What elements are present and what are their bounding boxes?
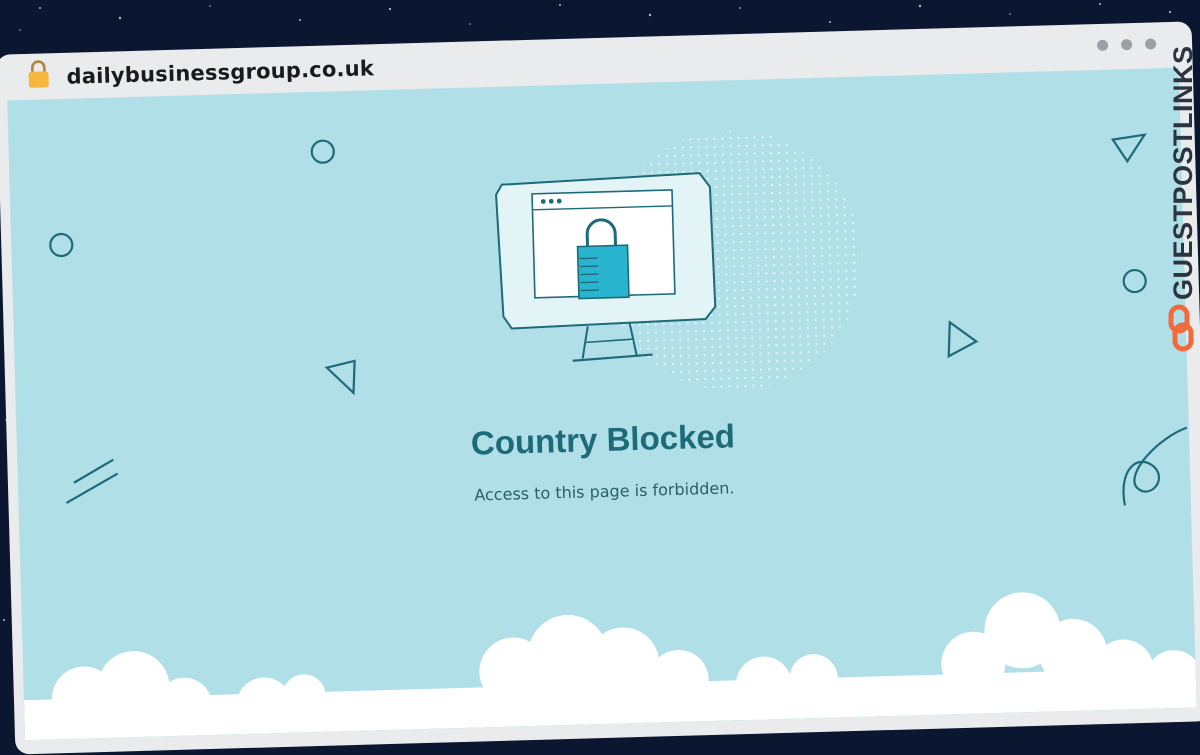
padlock-icon (28, 60, 49, 88)
triangle-shape-icon (1110, 133, 1147, 164)
menu-dot-icon (1096, 39, 1109, 52)
circle-shape-icon (49, 232, 74, 258)
url-text: dailybusinessgroup.co.uk (66, 56, 375, 89)
menu-dot-icon (1144, 38, 1157, 50)
window-menu-dots[interactable] (1096, 38, 1157, 52)
chain-link-icon (1168, 304, 1194, 352)
menu-dot-icon (1120, 39, 1133, 51)
page-content: Country Blocked Access to this page is f… (7, 67, 1197, 741)
circle-shape-icon (310, 139, 335, 164)
browser-window: dailybusinessgroup.co.uk Country Blocked… (0, 0, 1200, 755)
triangle-shape-icon (324, 359, 356, 396)
illustration-layer (23, 130, 1197, 741)
triangle-shape-icon (947, 320, 979, 359)
watermark-brand: GUESTPOSTLINKS (1168, 45, 1198, 300)
circle-shape-icon (1122, 268, 1147, 294)
